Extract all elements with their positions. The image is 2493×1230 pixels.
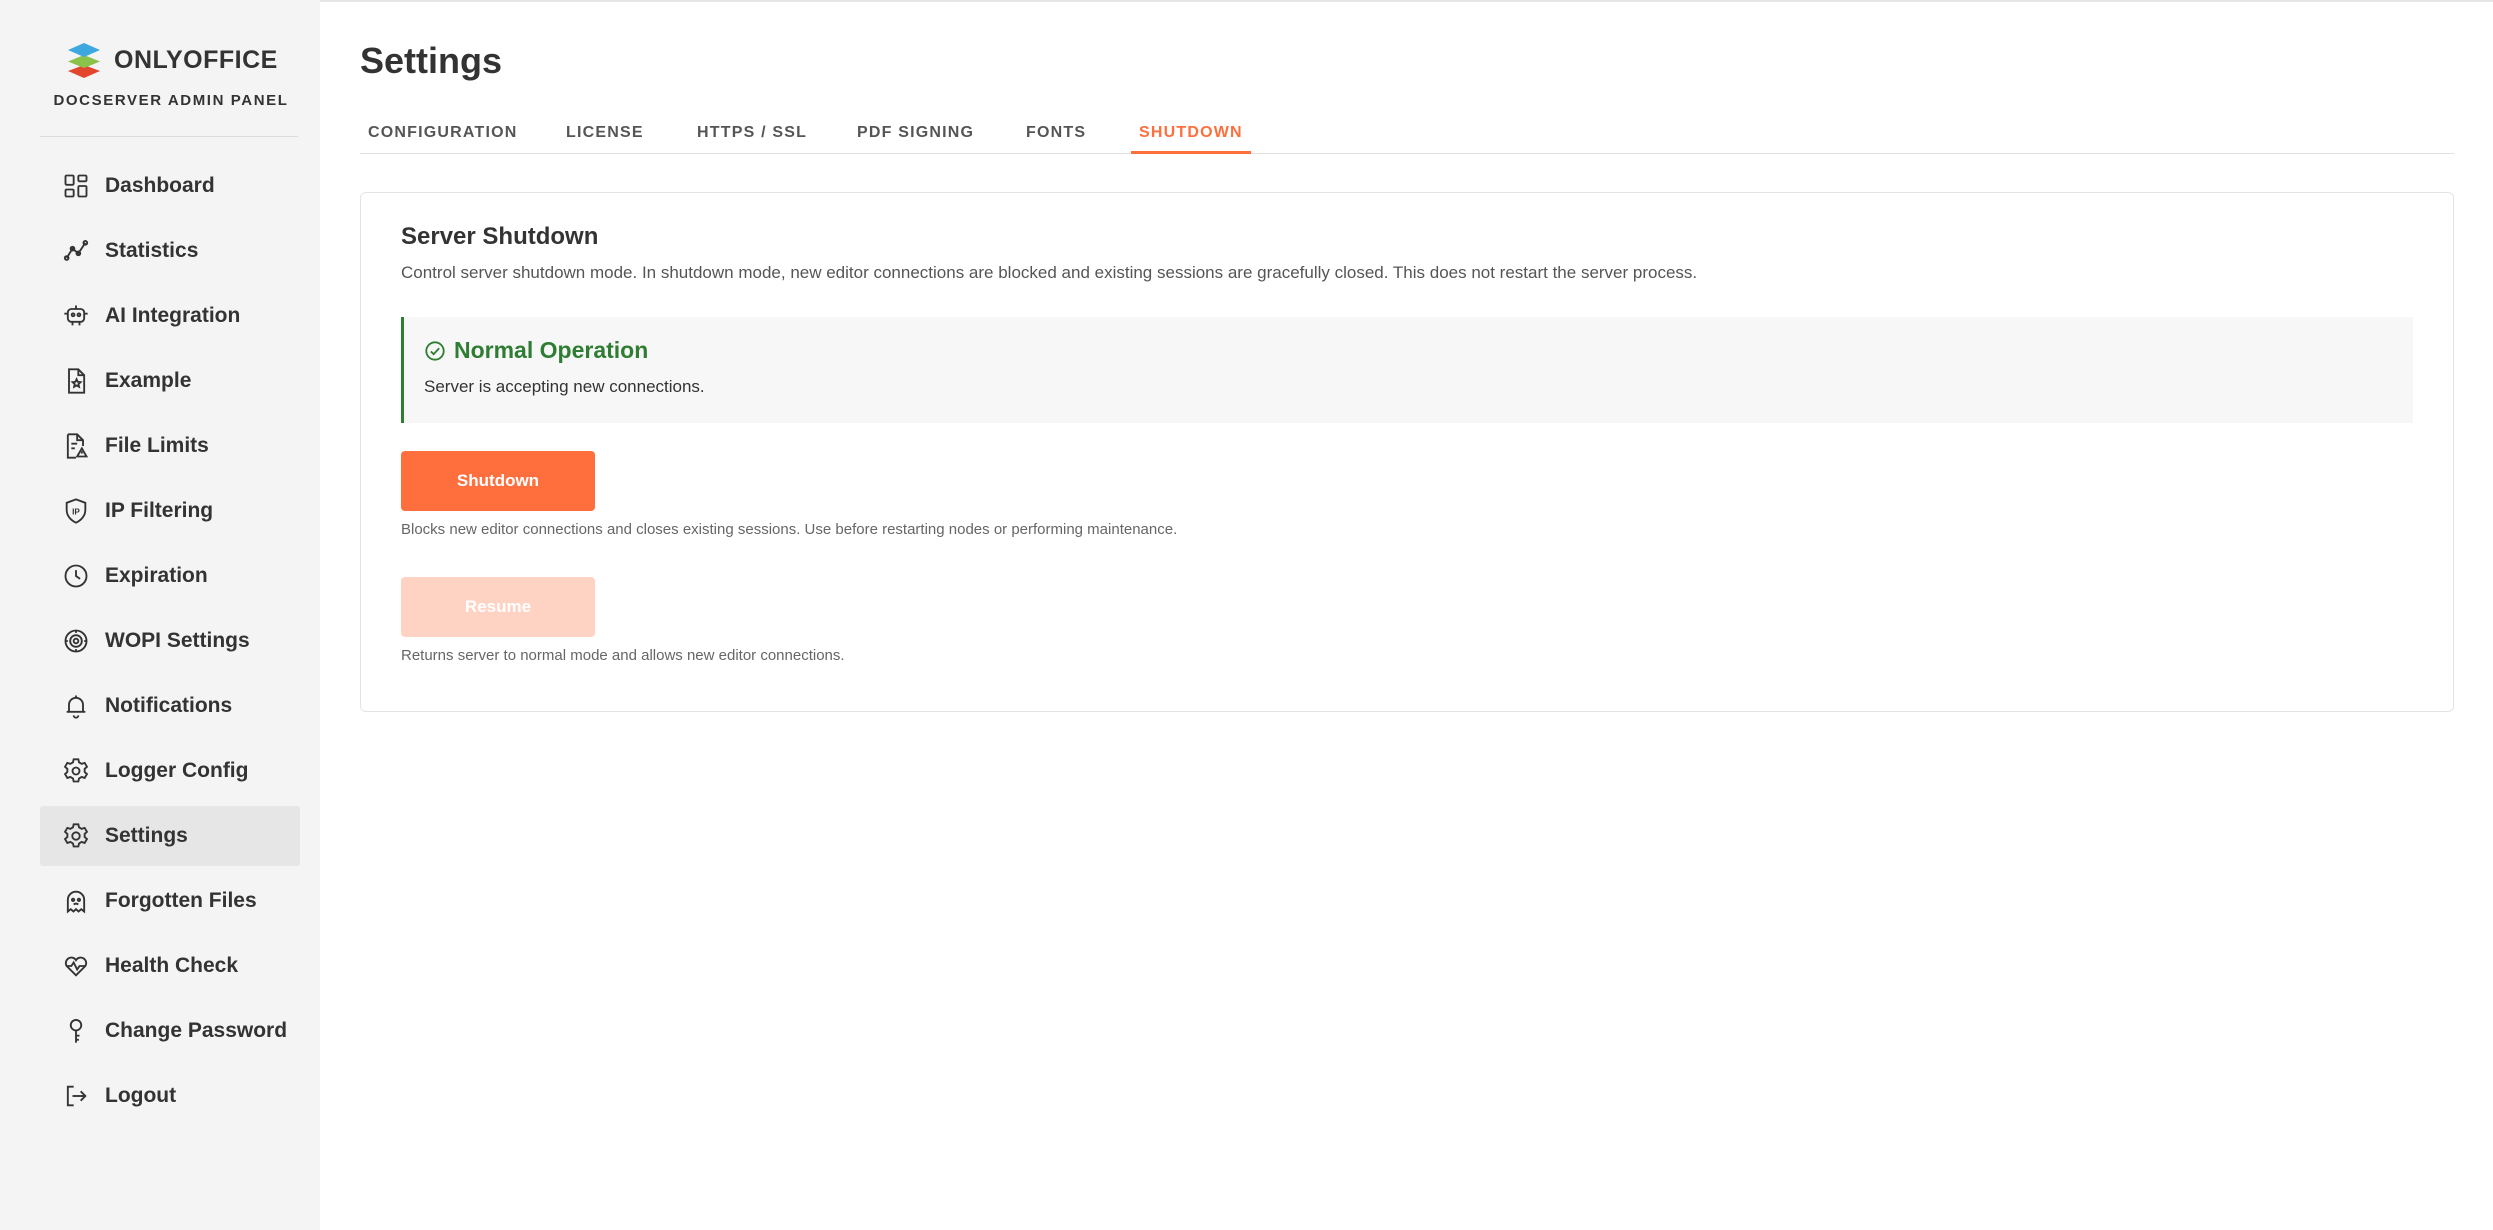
- ai-integration-icon: [60, 300, 92, 332]
- sidebar-item-logout[interactable]: Logout: [40, 1066, 300, 1126]
- sidebar-item-label: Statistics: [105, 239, 199, 262]
- status-title: Normal Operation: [454, 337, 649, 363]
- sidebar-item-label: WOPI Settings: [105, 629, 250, 652]
- logger-config-icon: [60, 755, 92, 787]
- sidebar: ONLYOFFICE DOCSERVER ADMIN PANEL Dashboa…: [0, 0, 320, 1230]
- heart-pulse-icon: [60, 950, 92, 982]
- status-header: Normal Operation: [424, 337, 648, 364]
- sidebar-item-expiration[interactable]: Expiration: [40, 546, 300, 606]
- sidebar-item-label: Change Password: [105, 1019, 288, 1042]
- clock-icon: [60, 560, 92, 592]
- panel-label: DOCSERVER ADMIN PANEL: [53, 92, 289, 109]
- tab-shutdown[interactable]: SHUTDOWN: [1131, 118, 1251, 154]
- page-title: Settings: [360, 40, 503, 81]
- card-description: Control server shutdown mode. In shutdow…: [401, 263, 1698, 282]
- logout-icon: [60, 1080, 92, 1112]
- brand-name: ONLYOFFICE: [114, 45, 278, 74]
- sidebar-item-label: Expiration: [105, 564, 208, 587]
- bell-icon: [60, 690, 92, 722]
- sidebar-item-ip-filtering[interactable]: IP IP Filtering: [40, 481, 300, 541]
- wopi-settings-icon: [60, 625, 92, 657]
- check-circle-icon: [425, 340, 445, 361]
- card-title: Server Shutdown: [401, 223, 599, 250]
- sidebar-item-forgotten-files[interactable]: Forgotten Files: [40, 871, 300, 931]
- sidebar-item-label: Settings: [105, 824, 188, 847]
- ghost-icon: [60, 885, 92, 917]
- sidebar-item-label: Example: [105, 369, 192, 392]
- sidebar-item-label: Dashboard: [105, 174, 215, 197]
- svg-text:IP: IP: [72, 508, 80, 517]
- sidebar-item-notifications[interactable]: Notifications: [40, 676, 300, 736]
- ip-filtering-shield-icon: IP: [60, 495, 92, 527]
- tab-license[interactable]: LICENSE: [558, 118, 652, 154]
- server-shutdown-card: Server Shutdown Control server shutdown …: [360, 192, 2454, 712]
- sidebar-item-label: AI Integration: [105, 304, 241, 327]
- shutdown-help-text: Blocks new editor connections and closes…: [401, 521, 1178, 538]
- sidebar-item-label: Health Check: [105, 954, 239, 977]
- sidebar-item-label: Forgotten Files: [105, 889, 257, 912]
- sidebar-item-label: File Limits: [105, 434, 209, 457]
- sidebar-item-dashboard[interactable]: Dashboard: [40, 156, 300, 216]
- sidebar-nav: Dashboard Statistics AI Integration Exam…: [40, 156, 300, 1131]
- sidebar-item-change-password[interactable]: Change Password: [40, 1001, 300, 1061]
- sidebar-item-label: Logger Config: [105, 759, 249, 782]
- sidebar-item-example[interactable]: Example: [40, 351, 300, 411]
- status-panel: Normal Operation Server is accepting new…: [401, 317, 2413, 423]
- sidebar-item-settings[interactable]: Settings: [40, 806, 300, 866]
- dashboard-icon: [60, 170, 92, 202]
- top-border: [0, 0, 2493, 2]
- statistics-icon: [60, 235, 92, 267]
- resume-button[interactable]: Resume: [401, 577, 595, 637]
- sidebar-item-label: Logout: [105, 1084, 177, 1107]
- sidebar-item-wopi-settings[interactable]: WOPI Settings: [40, 611, 300, 671]
- settings-tabs: CONFIGURATION LICENSE HTTPS / SSL PDF SI…: [360, 118, 2454, 154]
- tab-fonts[interactable]: FONTS: [1018, 118, 1094, 154]
- gear-icon: [60, 820, 92, 852]
- onlyoffice-logo-icon: [68, 43, 100, 78]
- sidebar-divider: [40, 136, 298, 137]
- status-text: Server is accepting new connections.: [424, 377, 705, 396]
- sidebar-item-health-check[interactable]: Health Check: [40, 936, 300, 996]
- sidebar-item-ai-integration[interactable]: AI Integration: [40, 286, 300, 346]
- tab-pdf-signing[interactable]: PDF SIGNING: [849, 118, 982, 154]
- sidebar-item-label: Notifications: [105, 694, 233, 717]
- example-document-icon: [60, 365, 92, 397]
- sidebar-item-statistics[interactable]: Statistics: [40, 221, 300, 281]
- file-limits-icon: [60, 430, 92, 462]
- tab-https-ssl[interactable]: HTTPS / SSL: [689, 118, 815, 154]
- resume-help-text: Returns server to normal mode and allows…: [401, 647, 845, 664]
- key-icon: [60, 1015, 92, 1047]
- brand-logo[interactable]: ONLYOFFICE: [64, 40, 278, 80]
- sidebar-item-logger-config[interactable]: Logger Config: [40, 741, 300, 801]
- sidebar-item-label: IP Filtering: [105, 499, 214, 522]
- shutdown-button[interactable]: Shutdown: [401, 451, 595, 511]
- tab-configuration[interactable]: CONFIGURATION: [360, 118, 526, 154]
- sidebar-item-file-limits[interactable]: File Limits: [40, 416, 300, 476]
